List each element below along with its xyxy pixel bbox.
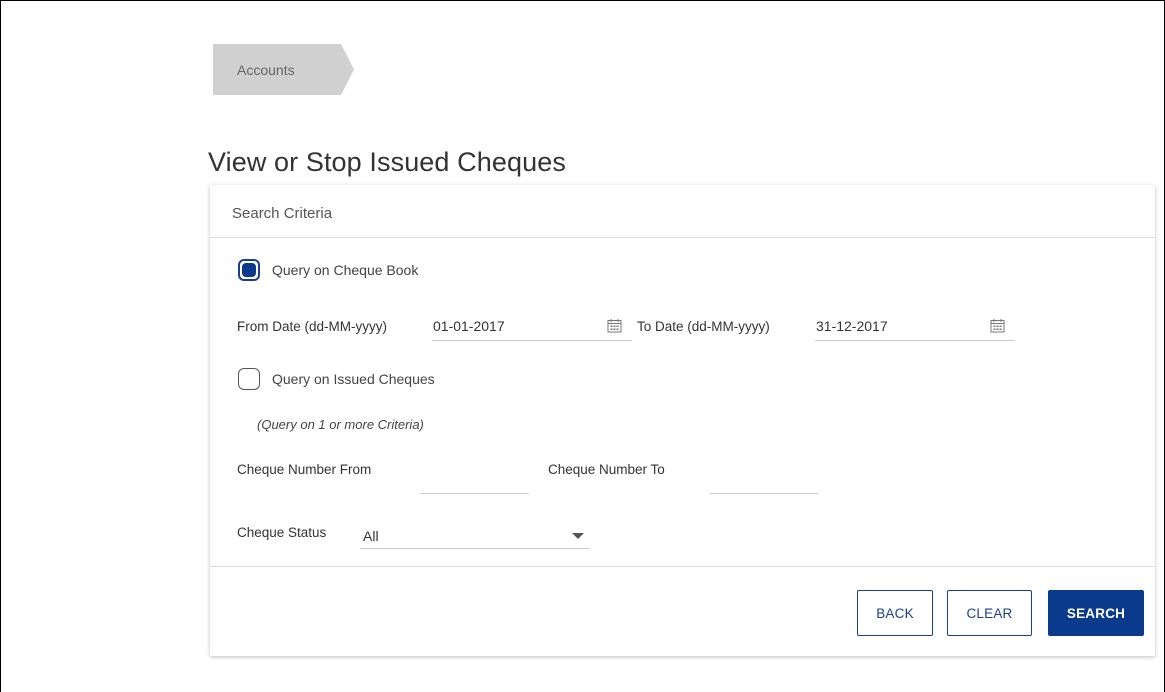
cheque-status-value: All (363, 528, 379, 544)
cheque-number-to-label: Cheque Number To (548, 462, 665, 477)
search-button[interactable]: SEARCH (1048, 590, 1144, 636)
breadcrumb-item-label: Accounts (237, 61, 295, 78)
query-issued-cheques-radio[interactable] (238, 368, 260, 390)
breadcrumb: Accounts Current/Savings (213, 44, 552, 95)
to-date-field[interactable]: 31-12-2017 (815, 311, 1015, 341)
to-date-value: 31-12-2017 (816, 317, 888, 334)
cheque-status-label: Cheque Status (237, 525, 327, 540)
cheque-status-select[interactable]: All (360, 519, 590, 549)
panel-header: Search Criteria (210, 185, 1155, 238)
query-issued-cheques-label: Query on Issued Cheques (272, 371, 435, 387)
cheque-number-from-label: Cheque Number From (237, 462, 372, 477)
cheque-number-from-input[interactable] (420, 464, 529, 494)
page-title: View or Stop Issued Cheques (208, 147, 566, 177)
from-date-field[interactable]: 01-01-2017 (432, 311, 632, 341)
calendar-icon[interactable] (607, 318, 622, 333)
query-cheque-book-radio[interactable] (238, 259, 260, 281)
from-date-value: 01-01-2017 (433, 317, 505, 334)
from-date-label: From Date (dd-MM-yyyy) (237, 319, 388, 334)
radio-selected-dot (242, 263, 256, 277)
query-cheque-book-option[interactable]: Query on Cheque Book (238, 259, 418, 281)
panel-title: Search Criteria (232, 205, 333, 222)
criteria-hint: (Query on 1 or more Criteria) (257, 417, 424, 432)
breadcrumb-item-current-savings[interactable]: Current/Savings (342, 44, 552, 95)
query-cheque-book-label: Query on Cheque Book (272, 262, 419, 278)
breadcrumb-item-accounts[interactable]: Accounts (213, 44, 354, 95)
chevron-down-icon (572, 533, 584, 539)
cheque-number-to-input[interactable] (710, 464, 818, 494)
to-date-label: To Date (dd-MM-yyyy) (637, 319, 770, 334)
back-button[interactable]: BACK (857, 590, 933, 636)
breadcrumb-item-label: Current/Savings (378, 61, 479, 78)
clear-button[interactable]: CLEAR (947, 590, 1032, 636)
query-issued-cheques-option[interactable]: Query on Issued Cheques (238, 368, 435, 390)
panel-divider (210, 566, 1155, 567)
calendar-icon[interactable] (990, 318, 1005, 333)
search-criteria-panel: Search Criteria Query on Cheque Book Fro… (210, 185, 1155, 656)
